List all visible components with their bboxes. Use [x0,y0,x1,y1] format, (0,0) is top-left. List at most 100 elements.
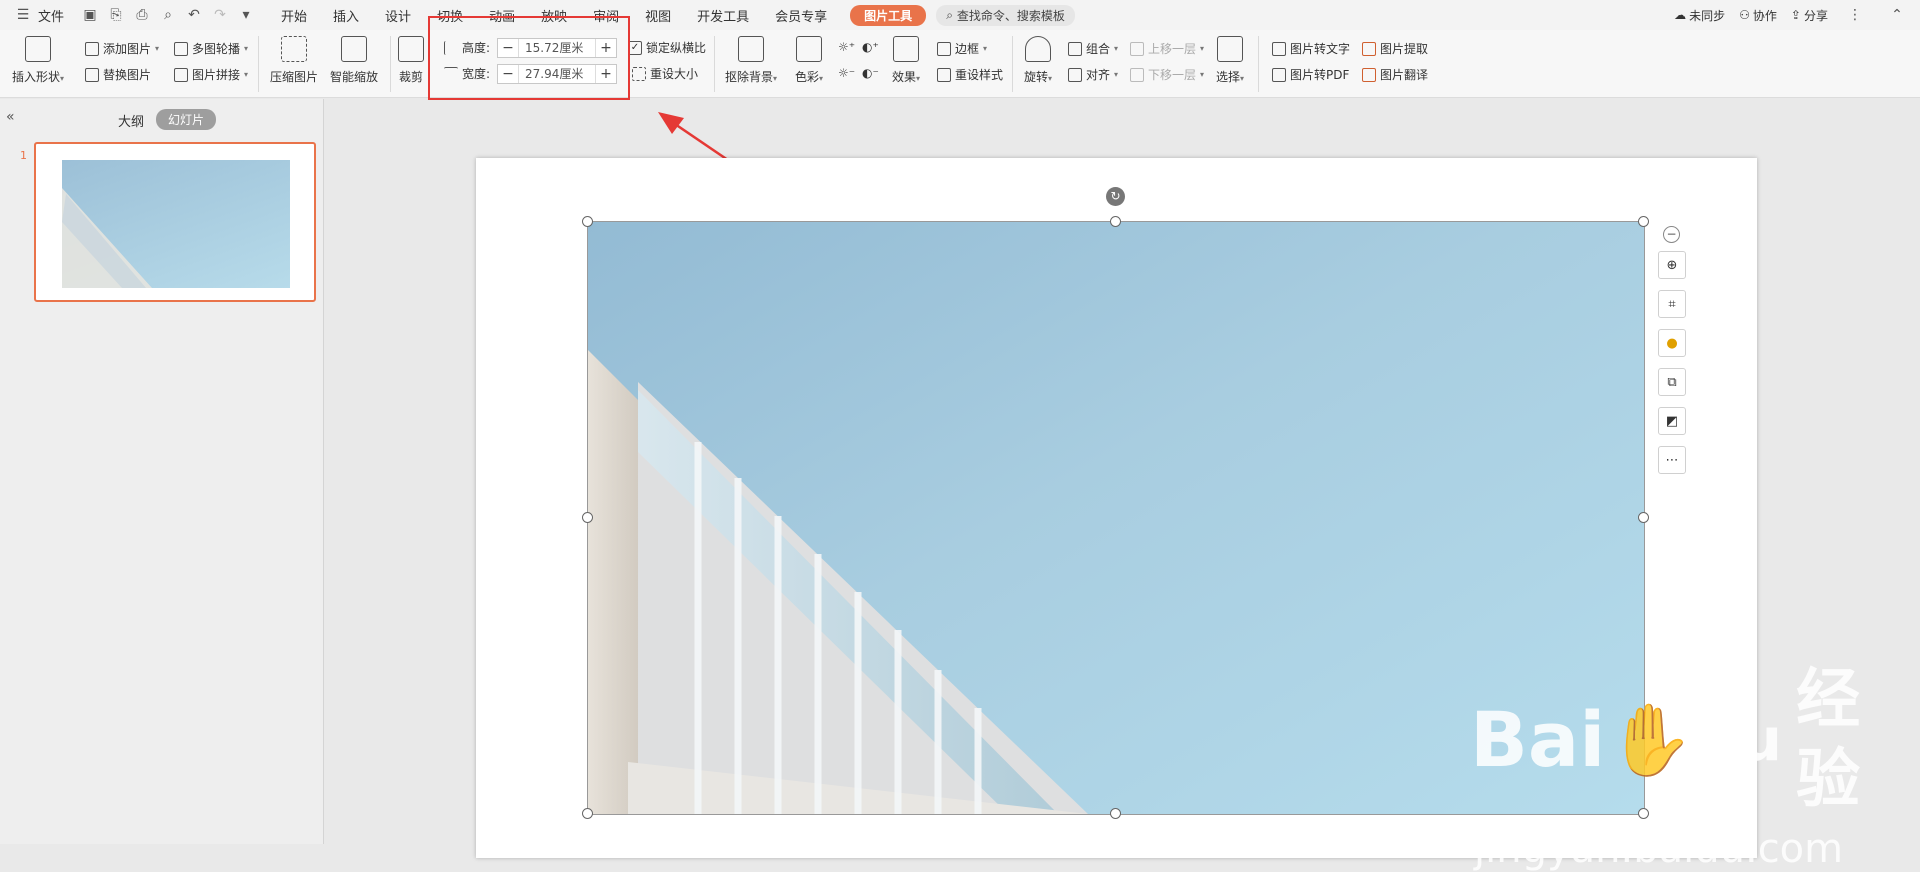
share-button[interactable]: ⇪ 分享 [1791,7,1828,24]
picture-text-icon: ⧉ [1667,374,1677,390]
more-vert-icon[interactable]: ⋮ [1846,6,1864,24]
picture-to-text-button[interactable]: 图片转文字 [1272,40,1350,57]
pdf-icon [1272,67,1286,82]
brightness-down-button[interactable]: ☼⁻ [838,66,855,80]
watermark: Bai ✋ du 经验 jingyan.baidu.com [1470,660,1920,872]
sun-minus-icon: ☼⁻ [838,66,856,80]
tab-view[interactable]: 视图 [645,6,671,25]
smart-zoom-button[interactable]: 智能缩放 [330,36,378,85]
zoom-tool[interactable]: ⊕ [1658,251,1686,279]
watermark-brand-2: du [1696,705,1783,775]
bring-forward-button[interactable]: 上移一层 ▾ [1130,40,1204,57]
translate-icon [1362,67,1376,82]
print-icon[interactable]: ⎙ [133,6,151,24]
contrast-minus-icon: ◐⁻ [862,66,879,80]
group-button[interactable]: 组合 ▾ [1068,40,1118,57]
tab-outline[interactable]: 大纲 [118,111,144,130]
watermark-brand: Bai [1470,695,1606,784]
divider [1012,36,1013,92]
color-icon [796,36,823,62]
crop-icon: ⌗ [1668,296,1676,312]
contrast-plus-icon: ◐⁺ [862,40,879,54]
crop-tool[interactable]: ⌗ [1658,290,1686,318]
compress-icon [281,36,307,62]
replace-picture-button[interactable]: 替换图片 [85,66,151,83]
color-button[interactable]: 色彩▾ [795,36,823,85]
remove-background-button[interactable]: 抠除背景▾ [725,36,777,85]
more-tool[interactable]: ⋯ [1658,446,1686,474]
reset-size-button[interactable]: 重设大小 [632,65,698,82]
picture-translate-button[interactable]: 图片翻译 [1362,66,1428,83]
align-button[interactable]: 对齐 ▾ [1068,66,1118,83]
print-preview-icon[interactable]: ⌕ [159,6,177,24]
lock-ratio-checkbox[interactable]: ✓ 锁定纵横比 [628,39,706,56]
style-tool[interactable]: ◩ [1658,407,1686,435]
command-search[interactable]: ⌕ 查找命令、搜索模板 [936,4,1075,26]
select-button[interactable]: 选择▾ [1216,36,1244,85]
picture-extract-button[interactable]: 图片提取 [1362,40,1428,57]
send-backward-button[interactable]: 下移一层 ▾ [1130,66,1204,83]
reset-style-button[interactable]: 重设样式 [937,66,1003,83]
collapse-toolbar-icon[interactable]: − [1663,226,1680,243]
tab-member[interactable]: 会员专享 [775,6,827,25]
collab-button[interactable]: ⚇ 协作 [1739,7,1777,24]
slide-panel: « 大纲 幻灯片 1 [0,99,324,844]
resize-handle-bottom-left[interactable] [582,808,593,819]
checkbox-icon: ✓ [628,40,642,55]
collapse-ribbon-icon[interactable]: ⌃ [1888,6,1906,24]
watermark-cn: 经验 [1796,663,1861,817]
align-icon [1068,67,1082,82]
picture-stitch-button[interactable]: 图片拼接 ▾ [174,66,248,83]
highlight-annotation [428,16,630,100]
border-button[interactable]: 边框 ▾ [937,40,987,57]
redo-icon[interactable]: ↷ [211,6,229,24]
multi-carousel-button[interactable]: 多图轮播 ▾ [174,40,248,57]
resize-handle-top[interactable] [1110,216,1121,227]
format-painter-icon[interactable]: ⎘ [107,6,125,24]
zoom-in-icon: ⊕ [1666,257,1678,273]
effect-button[interactable]: 效果▾ [892,36,920,85]
reset-size-icon [632,66,646,81]
style-icon: ◩ [1665,413,1679,429]
picture-text-tool[interactable]: ⧉ [1658,368,1686,396]
add-picture-button[interactable]: 添加图片 ▾ [85,40,159,57]
tab-slides[interactable]: 幻灯片 [156,109,217,130]
rotate-button[interactable]: 旋转▾ [1024,36,1052,85]
tab-home[interactable]: 开始 [281,6,307,25]
collapse-panel-icon[interactable]: « [6,109,15,125]
customize-icon[interactable]: ▾ [237,6,255,24]
zoom-picture-icon [341,36,367,62]
resize-handle-top-left[interactable] [582,216,593,227]
picture-to-pdf-button[interactable]: 图片转PDF [1272,66,1349,83]
save-icon[interactable]: ▣ [81,6,99,24]
tab-picture-tools[interactable]: 图片工具 [850,4,927,26]
resize-handle-top-right[interactable] [1638,216,1649,227]
sun-plus-icon: ☼⁺ [838,40,856,54]
tab-insert[interactable]: 插入 [333,6,359,25]
effect-icon [893,36,920,62]
brightness-up-button[interactable]: ☼⁺ [838,40,855,54]
rotate-handle-icon[interactable]: ↻ [1106,187,1125,206]
group-icon [1068,41,1082,56]
divider [714,36,715,92]
compress-button[interactable]: 压缩图片 [270,36,318,85]
sync-button[interactable]: ☁ 未同步 [1674,7,1725,24]
idea-tool[interactable]: ● [1658,329,1686,357]
lightbulb-icon: ● [1666,335,1678,351]
shape-icon [25,36,52,62]
contrast-up-button[interactable]: ◐⁺ [862,40,879,54]
menu-file[interactable]: 文件 [38,6,64,25]
contrast-down-button[interactable]: ◐⁻ [862,66,879,80]
crop-button[interactable]: 裁剪 [398,36,424,85]
tab-design[interactable]: 设计 [385,6,411,25]
undo-icon[interactable]: ↶ [185,6,203,24]
hamburger-icon[interactable]: ☰ [14,6,32,24]
resize-handle-right[interactable] [1638,512,1649,523]
tab-developer[interactable]: 开发工具 [697,6,749,25]
resize-handle-left[interactable] [582,512,593,523]
magic-wand-icon [738,36,765,62]
slide-thumbnail[interactable] [34,142,316,302]
watermark-url: jingyan.baidu.com [1474,826,1844,872]
insert-shape-button[interactable]: 插入形状▾ [12,36,64,85]
resize-handle-bottom[interactable] [1110,808,1121,819]
